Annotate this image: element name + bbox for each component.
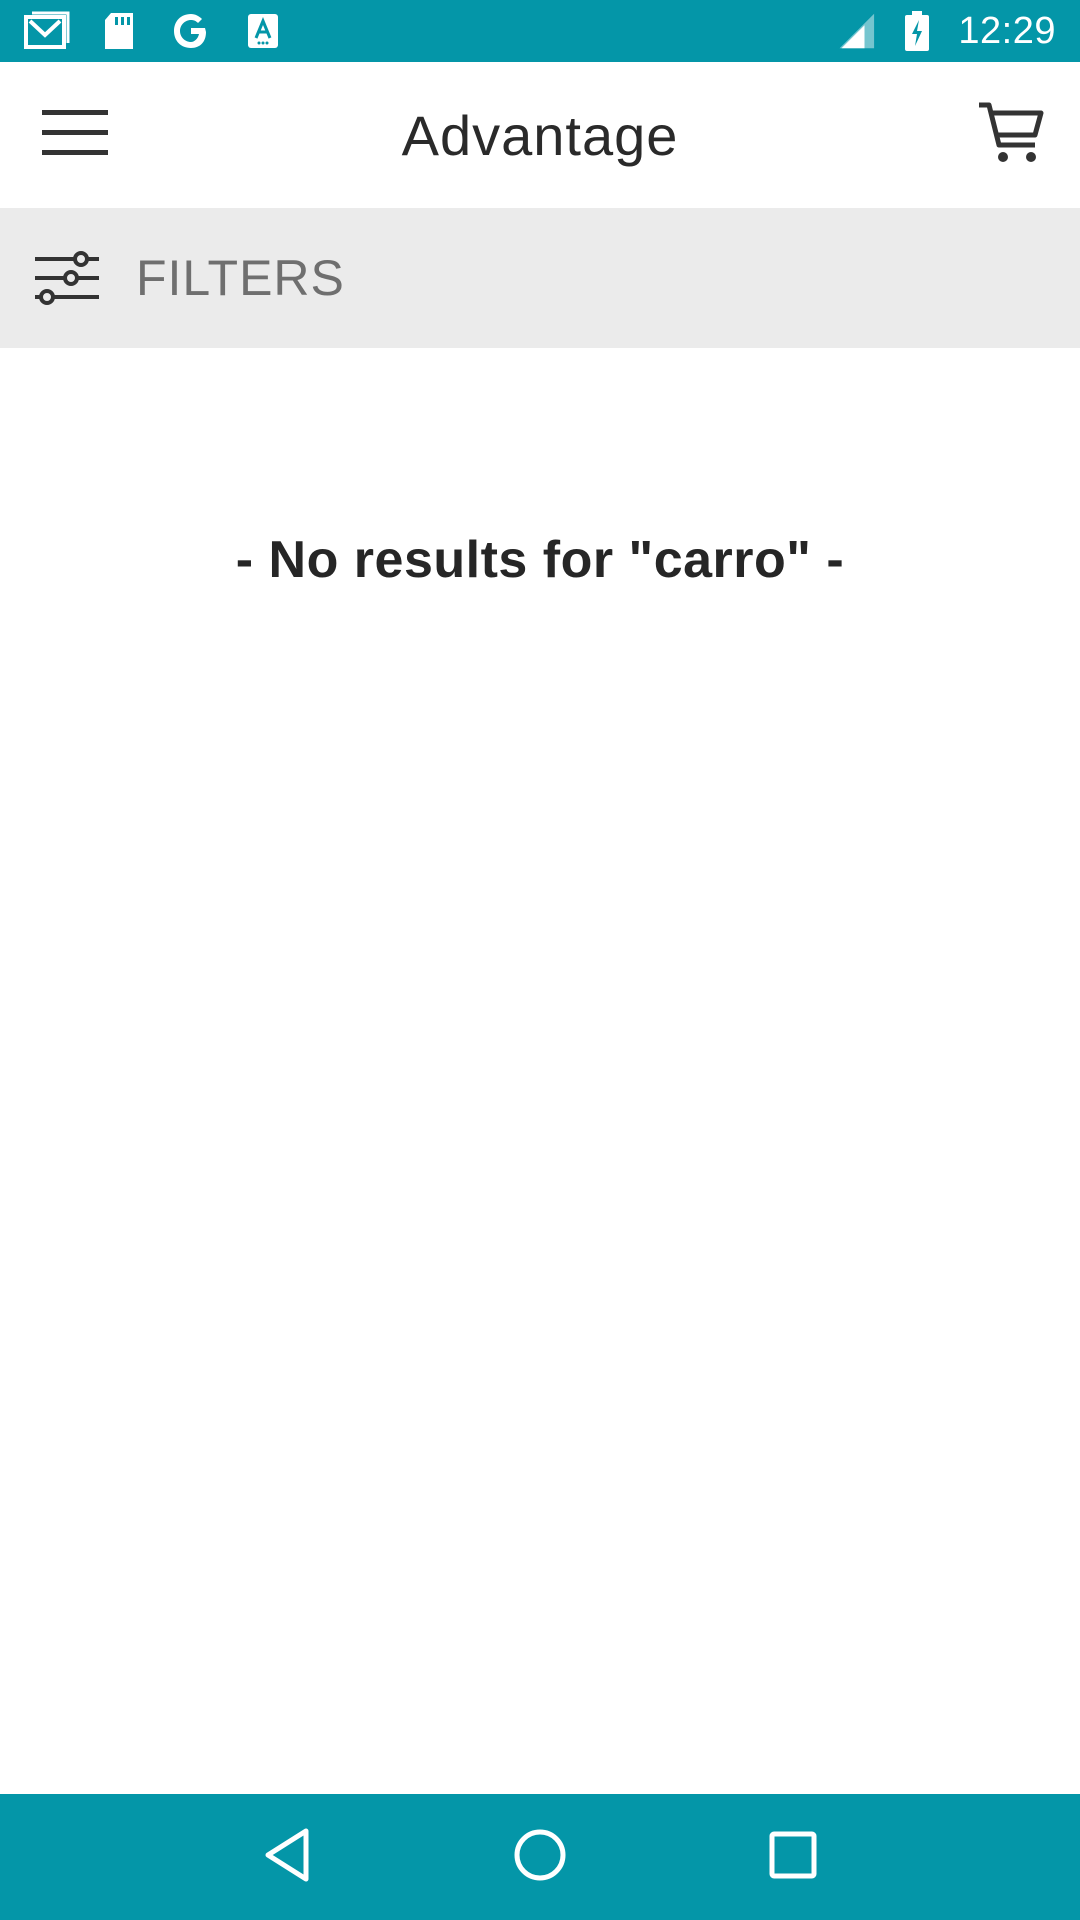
screen: 12:29 Advantage FILTERS - No results for… [0,0,1080,1920]
sd-card-icon [96,11,142,51]
cart-button[interactable] [966,90,1056,180]
system-icons: 12:29 [830,10,1056,53]
notification-icons [24,11,286,51]
app-title: Advantage [401,103,679,167]
cart-icon [977,101,1045,170]
recents-icon [768,1830,818,1885]
home-button[interactable] [490,1807,590,1907]
app-bar: Advantage [0,62,1080,208]
lte-signal-icon [830,11,876,51]
navigation-bar [0,1794,1080,1920]
no-results-message: - No results for "carro" - [235,531,845,589]
battery-charging-icon [894,11,940,51]
status-time: 12:29 [958,9,1056,52]
back-icon [262,1827,312,1888]
google-icon [168,11,214,51]
filters-label: FILTERS [136,250,345,306]
sliders-icon [34,248,100,308]
home-icon [512,1827,568,1888]
recents-button[interactable] [743,1807,843,1907]
status-bar: 12:29 [0,0,1080,62]
menu-icon [42,108,108,163]
back-button[interactable] [237,1807,337,1907]
menu-button[interactable] [30,90,120,180]
filters-button[interactable]: FILTERS [0,208,1080,348]
text-a-icon [240,11,286,51]
gmail-icon [24,11,70,51]
